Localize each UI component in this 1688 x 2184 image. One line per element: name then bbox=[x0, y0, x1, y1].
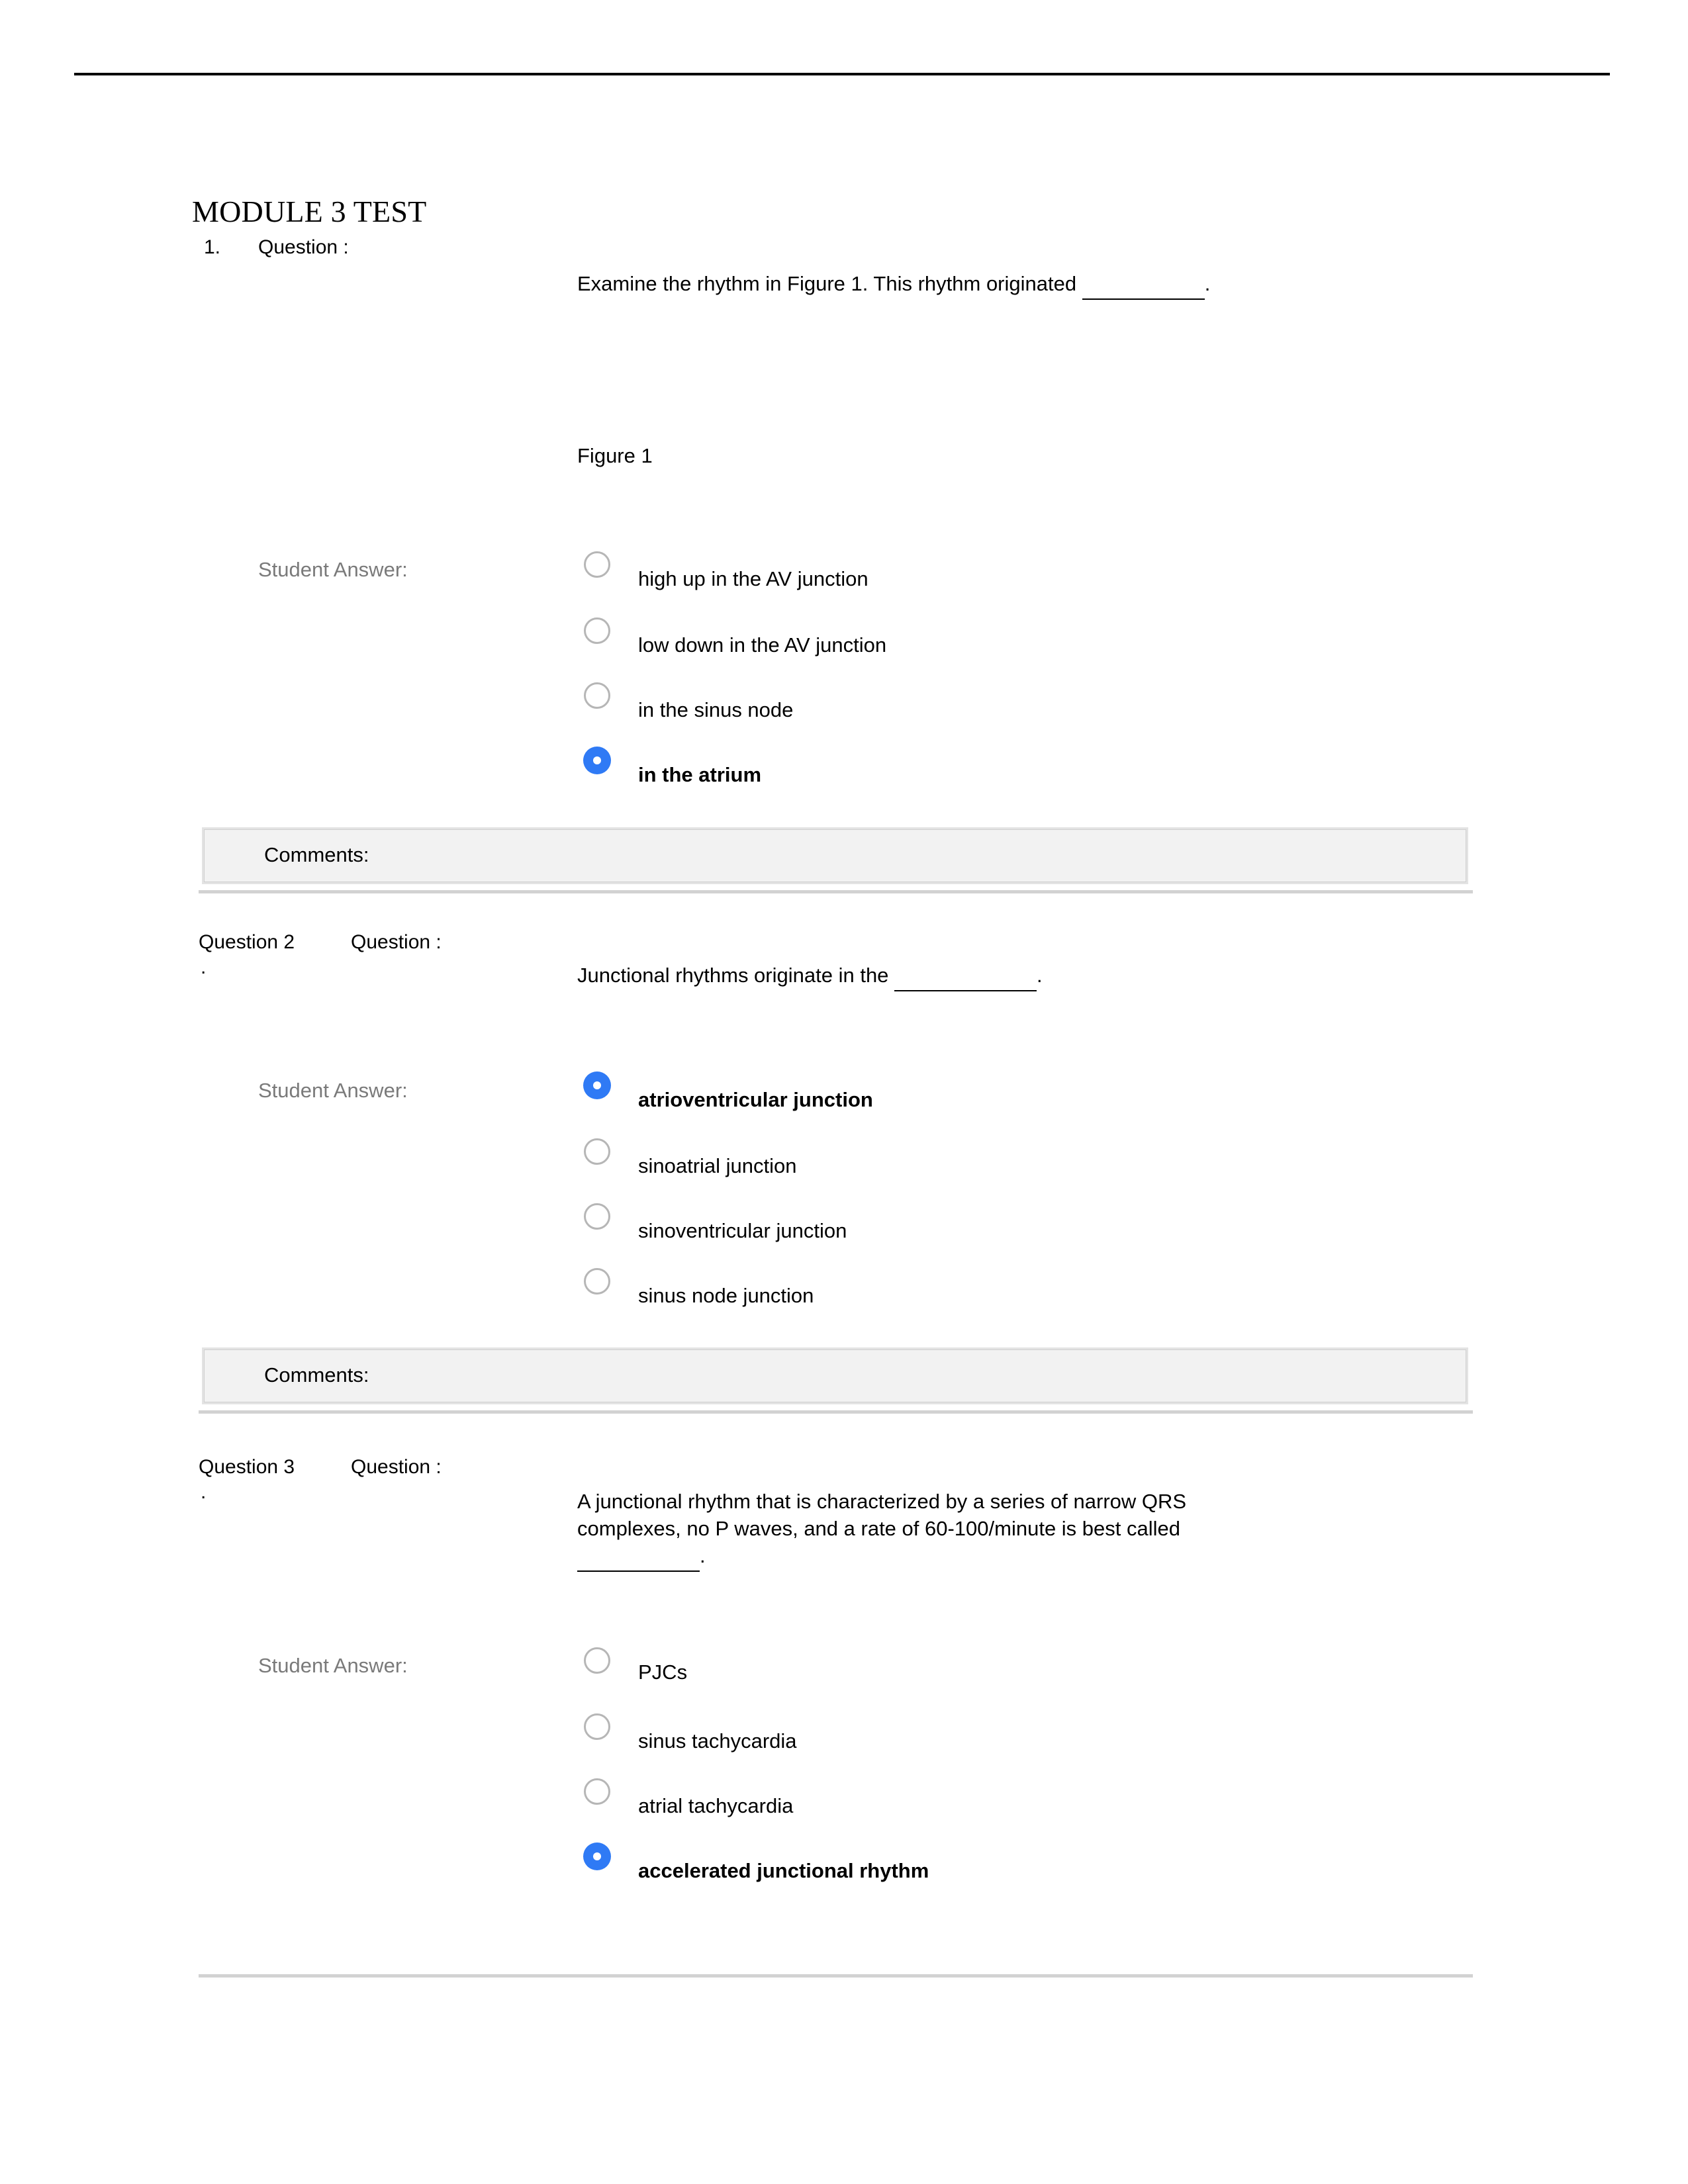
question-3-dot: . bbox=[201, 1481, 207, 1503]
question-3-prompt-line2: complexes, no P waves, and a rate of 60-… bbox=[577, 1517, 1181, 1540]
question-3-number: Question 3 bbox=[199, 1456, 295, 1478]
radio-icon-selected[interactable] bbox=[584, 1843, 610, 1870]
comments-label: Comments: bbox=[264, 1363, 369, 1387]
option-label: low down in the AV junction bbox=[638, 633, 887, 657]
question-2-prompt-text: Junctional rhythms originate in the bbox=[577, 964, 895, 987]
document-page: MODULE 3 TEST 1. Question : Examine the … bbox=[0, 0, 1688, 2184]
radio-icon[interactable] bbox=[584, 1647, 610, 1674]
question-2-comments-box[interactable]: Comments: bbox=[204, 1349, 1466, 1402]
radio-icon-selected[interactable] bbox=[584, 747, 610, 774]
option-label: sinus node junction bbox=[638, 1284, 814, 1307]
option-label: atrioventricular junction bbox=[638, 1088, 873, 1111]
question-1-student-answer-label: Student Answer: bbox=[258, 558, 408, 581]
question-1-separator bbox=[199, 890, 1473, 893]
radio-icon[interactable] bbox=[584, 551, 610, 578]
header-rule bbox=[74, 73, 1610, 75]
option-label: PJCs bbox=[638, 1661, 688, 1684]
question-1-blank bbox=[1082, 271, 1205, 300]
option-label: sinus tachycardia bbox=[638, 1729, 797, 1752]
question-3-blank bbox=[577, 1543, 700, 1572]
question-1-word: Question : bbox=[258, 236, 349, 258]
radio-icon[interactable] bbox=[584, 1778, 610, 1805]
radio-icon[interactable] bbox=[584, 1138, 610, 1165]
radio-icon[interactable] bbox=[584, 1203, 610, 1230]
question-2-separator bbox=[199, 1410, 1473, 1414]
option-label: sinoventricular junction bbox=[638, 1219, 847, 1242]
question-1-number: 1. bbox=[204, 236, 221, 258]
option-label: high up in the AV junction bbox=[638, 567, 868, 590]
radio-icon[interactable] bbox=[584, 1713, 610, 1740]
option-label: in the sinus node bbox=[638, 698, 794, 721]
page-title: MODULE 3 TEST bbox=[192, 195, 427, 228]
radio-icon[interactable] bbox=[584, 682, 610, 709]
question-1-prompt: Examine the rhythm in Figure 1. This rhy… bbox=[577, 270, 1405, 300]
question-3-prompt: A junctional rhythm that is characterize… bbox=[577, 1488, 1372, 1572]
question-1-comments-box[interactable]: Comments: bbox=[204, 829, 1466, 882]
question-3-prompt-line1: A junctional rhythm that is characterize… bbox=[577, 1490, 1187, 1513]
question-2-blank bbox=[894, 963, 1037, 991]
question-2-prompt-end: . bbox=[1037, 964, 1043, 987]
question-3-prompt-end: . bbox=[700, 1544, 706, 1567]
question-2-word: Question : bbox=[351, 931, 442, 953]
option-label: accelerated junctional rhythm bbox=[638, 1859, 929, 1882]
option-label: atrial tachycardia bbox=[638, 1794, 794, 1817]
question-2-number: Question 2 bbox=[199, 931, 295, 953]
radio-icon[interactable] bbox=[584, 1268, 610, 1295]
question-1-figure-caption: Figure 1 bbox=[577, 444, 653, 467]
question-2-prompt: Junctional rhythms originate in the . bbox=[577, 962, 1405, 991]
question-1-prompt-text: Examine the rhythm in Figure 1. This rhy… bbox=[577, 272, 1082, 295]
question-3-separator bbox=[199, 1974, 1473, 1978]
option-label: sinoatrial junction bbox=[638, 1154, 797, 1177]
question-3-word: Question : bbox=[351, 1456, 442, 1478]
question-2-student-answer-label: Student Answer: bbox=[258, 1079, 408, 1102]
radio-icon-selected[interactable] bbox=[584, 1072, 610, 1099]
option-label: in the atrium bbox=[638, 763, 762, 786]
question-1-prompt-end: . bbox=[1204, 272, 1211, 295]
question-3-student-answer-label: Student Answer: bbox=[258, 1654, 408, 1677]
radio-icon[interactable] bbox=[584, 617, 610, 644]
question-2-dot: . bbox=[201, 956, 207, 978]
comments-label: Comments: bbox=[264, 843, 369, 866]
